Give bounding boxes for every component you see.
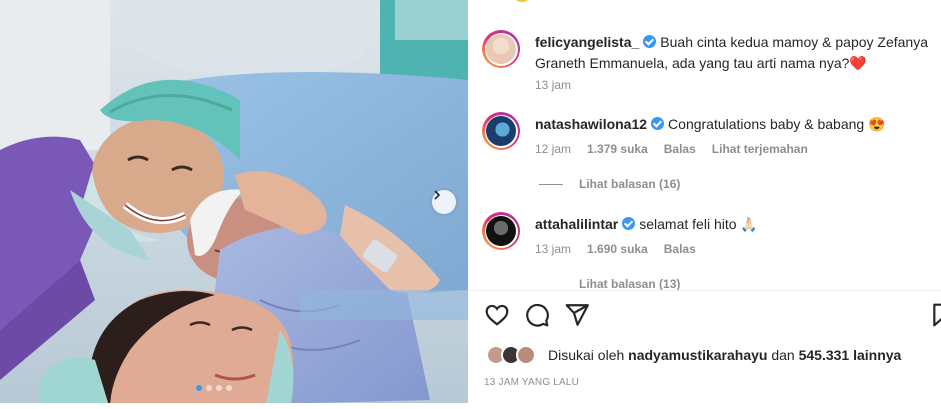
- translate-button[interactable]: Lihat terjemahan: [712, 142, 808, 156]
- bookmark-icon: [933, 303, 941, 327]
- post-image: [0, 0, 468, 409]
- post-photo[interactable]: [0, 0, 468, 409]
- comment-username[interactable]: attahalilintar: [535, 216, 618, 232]
- liked-by-count[interactable]: 545.331 lainnya: [799, 347, 902, 363]
- replies-line: [539, 284, 563, 285]
- heart-emoji: ❤️: [849, 55, 867, 71]
- replies-line: [539, 183, 563, 185]
- view-replies-label: Lihat balasan (16): [579, 177, 681, 191]
- comment-time[interactable]: 13 jam: [535, 78, 571, 92]
- comment-button[interactable]: [524, 302, 550, 328]
- comment-meta: 13 jam 1.690 suka Balas: [535, 242, 696, 256]
- avatar-image: [486, 216, 516, 246]
- comment-body: Congratulations baby & babang: [668, 116, 865, 132]
- carousel-dot: [226, 385, 232, 391]
- reply-button[interactable]: Balas: [664, 142, 696, 156]
- heart-eyes-emoji: 😍: [868, 116, 886, 132]
- send-icon: [565, 304, 589, 326]
- reply-button[interactable]: Balas: [664, 242, 696, 256]
- avatar-image: [486, 116, 516, 146]
- praying-hands-emoji: 🙏🏻: [740, 216, 758, 232]
- carousel-indicator: [196, 385, 232, 391]
- post-actions: Disukai oleh nadyamustikarahayu dan 545.…: [468, 291, 941, 409]
- verified-badge-icon: [651, 117, 665, 130]
- liked-by-user[interactable]: nadyamustikarahayu: [628, 347, 767, 363]
- comment-meta: 12 jam 1.379 suka Balas Lihat terjemahan: [535, 142, 808, 156]
- carousel-dot: [206, 385, 212, 391]
- avatar[interactable]: [482, 212, 520, 250]
- view-replies-label: Lihat balasan (13): [579, 277, 681, 290]
- share-button[interactable]: [564, 302, 590, 328]
- comment-icon: [526, 303, 549, 327]
- comment-likes[interactable]: 1.690 suka: [587, 242, 648, 256]
- avatar-image: [486, 34, 516, 64]
- comment-meta: 13 jam: [535, 78, 571, 92]
- photo-bottom-edge: [0, 403, 468, 409]
- save-button[interactable]: [930, 302, 941, 328]
- comment-text: natashawilona12 Congratulations baby & ba…: [535, 114, 930, 135]
- post-timestamp[interactable]: 13 JAM YANG LALU: [484, 377, 579, 388]
- liked-by-and: dan: [771, 347, 795, 363]
- view-replies-button[interactable]: Lihat balasan (13): [539, 277, 680, 290]
- verified-badge-icon: [622, 217, 636, 230]
- comment-time[interactable]: 12 jam: [535, 142, 571, 156]
- carousel-next-button[interactable]: [432, 190, 456, 214]
- avatar: [516, 345, 536, 365]
- heart-icon: [485, 304, 509, 326]
- liker-avatars: [486, 345, 538, 365]
- carousel-dot: [196, 385, 202, 391]
- comment-text: attahalilintar selamat feli hito 🙏🏻: [535, 214, 930, 235]
- comment-username[interactable]: natashawilona12: [535, 116, 647, 132]
- comment-username[interactable]: felicyangelista_: [535, 34, 639, 50]
- comment-likes[interactable]: 1.379 suka: [587, 142, 648, 156]
- liked-by: Disukai oleh nadyamustikarahayu dan 545.…: [486, 345, 901, 365]
- comment-body: selamat feli hito: [639, 216, 737, 232]
- carousel-dot: [216, 385, 222, 391]
- like-button[interactable]: [484, 302, 510, 328]
- verified-badge-icon: [643, 35, 657, 48]
- top-strip: [468, 0, 941, 10]
- avatar[interactable]: [482, 112, 520, 150]
- chevron-right-icon: [434, 190, 441, 200]
- comment-time[interactable]: 13 jam: [535, 242, 571, 256]
- comment-text: felicyangelista_ Buah cinta kedua mamoy &…: [535, 32, 930, 74]
- avatar[interactable]: [482, 30, 520, 68]
- comments-list[interactable]: felicyangelista_ Buah cinta kedua mamoy &…: [468, 0, 941, 290]
- view-replies-button[interactable]: Lihat balasan (16): [539, 177, 680, 191]
- liked-by-prefix: Disukai oleh: [548, 347, 625, 363]
- cropped-avatar: [512, 0, 532, 2]
